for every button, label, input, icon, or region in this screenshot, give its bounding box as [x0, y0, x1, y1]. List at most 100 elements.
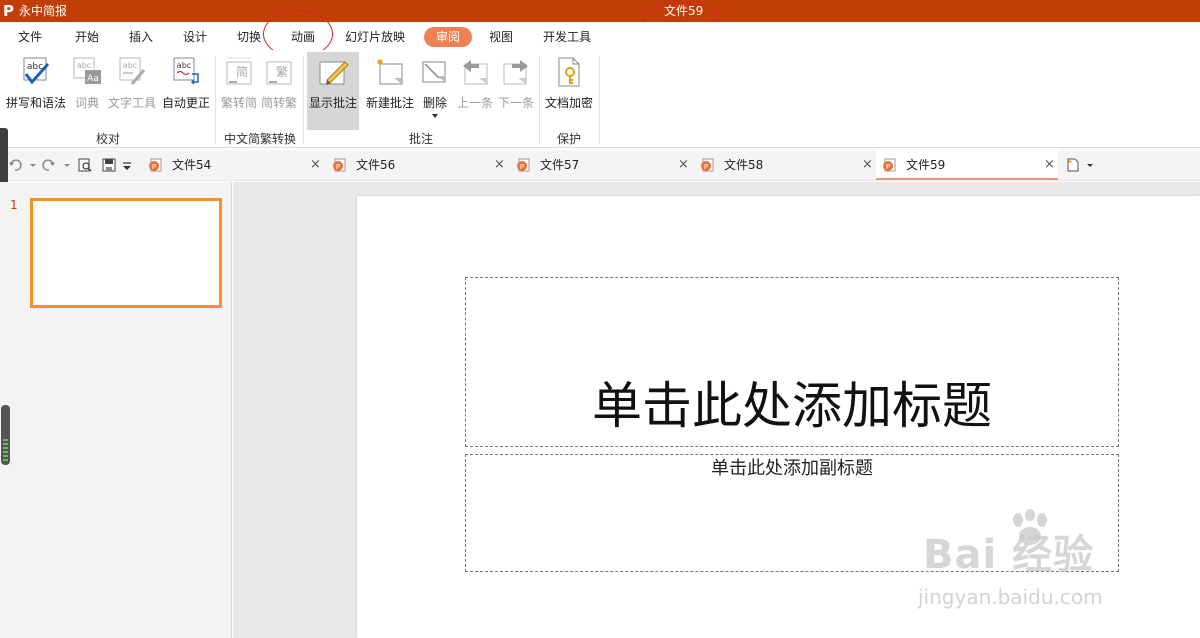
text-tool-icon: abc: [119, 57, 146, 85]
group-divider: [303, 56, 304, 144]
tab-label: 文件54: [172, 158, 212, 172]
tab-label: 文件57: [540, 158, 580, 172]
title-placeholder[interactable]: 单击此处添加标题: [465, 277, 1119, 447]
menu-insert[interactable]: 插入: [129, 29, 153, 45]
menu-design[interactable]: 设计: [183, 29, 207, 45]
new-comment-button[interactable]: 新建批注: [363, 52, 417, 130]
autocorrect-icon: abc: [173, 57, 199, 85]
document-encrypt-button[interactable]: 文档加密: [543, 52, 595, 130]
text-tool-button[interactable]: abc 文字工具: [106, 52, 158, 130]
svg-text:abc: abc: [123, 61, 137, 70]
svg-text:P: P: [704, 163, 708, 171]
previous-comment-label: 上一条: [456, 96, 493, 110]
group-label-comments: 批注: [409, 132, 434, 146]
watermark-brand: Bai 经验: [923, 532, 1095, 578]
presentation-file-icon: P: [517, 158, 530, 172]
simp-to-trad-button[interactable]: 繁 简转繁: [259, 52, 299, 130]
trad-to-simp-glyph: 简: [236, 65, 248, 79]
ribbon: abc 拼写和语法 abc Aa 词典 abc 文字工具 abc 自动更正 校对…: [0, 50, 1200, 148]
save-icon[interactable]: [102, 158, 116, 172]
tab-file57[interactable]: P 文件57 ×: [510, 150, 694, 180]
presentation-file-icon: P: [701, 158, 714, 172]
redo-dropdown-icon[interactable]: [64, 158, 70, 172]
show-comments-button[interactable]: 显示批注: [307, 52, 359, 130]
delete-comment-button[interactable]: 删除: [418, 52, 452, 130]
redo-icon[interactable]: [42, 158, 56, 172]
menu-file[interactable]: 文件: [18, 29, 42, 45]
next-comment-icon: [503, 60, 528, 85]
dictionary-icon: abc Aa: [73, 57, 101, 84]
menu-developer[interactable]: 开发工具: [543, 29, 591, 45]
presentation-file-icon: P: [149, 158, 162, 172]
delete-dropdown-caret[interactable]: [432, 114, 438, 118]
previous-comment-button[interactable]: 上一条: [455, 52, 495, 130]
menu-bar: 文件 开始 插入 设计 切换 动画 幻灯片放映 审阅 视图 开发工具: [0, 22, 1200, 50]
title-bar: P 永中简报 文件59: [0, 0, 1200, 22]
simp-to-trad-glyph: 繁: [276, 64, 288, 79]
zoom-slider-handle[interactable]: [1, 405, 10, 465]
menu-slideshow[interactable]: 幻灯片放映: [345, 29, 405, 45]
new-document-dropdown-icon[interactable]: [1086, 158, 1094, 172]
dictionary-label: 词典: [74, 96, 99, 110]
svg-text:Aa: Aa: [87, 74, 99, 84]
show-comments-icon: [319, 61, 349, 85]
tab-file59[interactable]: P 文件59 ×: [876, 150, 1058, 180]
tab-label: 文件59: [906, 158, 946, 172]
presentation-file-icon: P: [333, 158, 346, 172]
text-tool-label: 文字工具: [107, 96, 156, 110]
simp-to-trad-icon: 繁: [266, 61, 292, 85]
close-icon[interactable]: ×: [494, 157, 505, 173]
undo-icon[interactable]: [8, 158, 22, 172]
subtitle-placeholder-text: 单击此处添加副标题: [711, 458, 873, 479]
autocorrect-label: 自动更正: [161, 96, 210, 110]
group-divider: [599, 56, 600, 144]
tab-label: 文件56: [356, 158, 396, 172]
close-icon[interactable]: ×: [310, 157, 321, 173]
delete-comment-label: 删除: [422, 96, 447, 110]
document-tab-bar: P 文件54 × P 文件56 × P 文件57 × P 文件58 × P 文件…: [0, 150, 1200, 181]
baidu-watermark: Bai 经验 jingyan.baidu.com: [918, 508, 1138, 608]
close-icon[interactable]: ×: [1044, 157, 1055, 173]
menu-review[interactable]: 审阅: [424, 27, 472, 47]
tab-file56[interactable]: P 文件56 ×: [326, 150, 510, 180]
trad-to-simp-icon: 简: [226, 57, 252, 85]
spellcheck-label: 拼写和语法: [5, 96, 66, 110]
group-label-protect: 保护: [557, 132, 582, 146]
app-name: 永中简报: [19, 4, 68, 18]
svg-text:abc: abc: [177, 61, 191, 70]
next-comment-button[interactable]: 下一条: [496, 52, 536, 130]
new-comment-label: 新建批注: [365, 96, 414, 110]
spellcheck-icon: abc: [23, 57, 50, 85]
delete-comment-icon: [422, 61, 446, 83]
left-panel-handle[interactable]: [0, 128, 8, 188]
tab-label: 文件58: [724, 158, 764, 172]
customize-toolbar-icon[interactable]: [122, 158, 132, 172]
print-preview-icon[interactable]: [78, 158, 92, 172]
trad-to-simp-button[interactable]: 简 繁转简: [219, 52, 259, 130]
tab-file54[interactable]: P 文件54 ×: [142, 150, 326, 180]
menu-review-label: 审阅: [435, 30, 460, 44]
tab-file58[interactable]: P 文件58 ×: [694, 150, 878, 180]
svg-text:abc: abc: [77, 61, 91, 70]
app-logo: P: [3, 2, 14, 20]
spellcheck-button[interactable]: abc 拼写和语法: [4, 52, 68, 130]
svg-text:P: P: [886, 163, 890, 171]
close-icon[interactable]: ×: [862, 157, 873, 173]
document-encrypt-label: 文档加密: [544, 96, 593, 110]
undo-dropdown-icon[interactable]: [30, 158, 36, 172]
menu-home[interactable]: 开始: [75, 29, 99, 45]
group-divider: [539, 56, 540, 144]
autocorrect-button[interactable]: abc 自动更正: [160, 52, 212, 130]
dictionary-button[interactable]: abc Aa 词典: [70, 52, 104, 130]
new-comment-icon: [377, 59, 403, 85]
simp-to-trad-label: 简转繁: [260, 96, 297, 110]
slide-thumbnail[interactable]: [30, 198, 222, 308]
trad-to-simp-label: 繁转简: [220, 96, 257, 110]
slide-number: 1: [10, 198, 18, 212]
new-document-icon[interactable]: [1066, 158, 1080, 172]
slides-pane: 1: [0, 182, 232, 638]
menu-transitions[interactable]: 切换: [237, 29, 261, 45]
menu-view[interactable]: 视图: [489, 29, 513, 45]
close-icon[interactable]: ×: [678, 157, 689, 173]
svg-text:P: P: [152, 163, 156, 171]
